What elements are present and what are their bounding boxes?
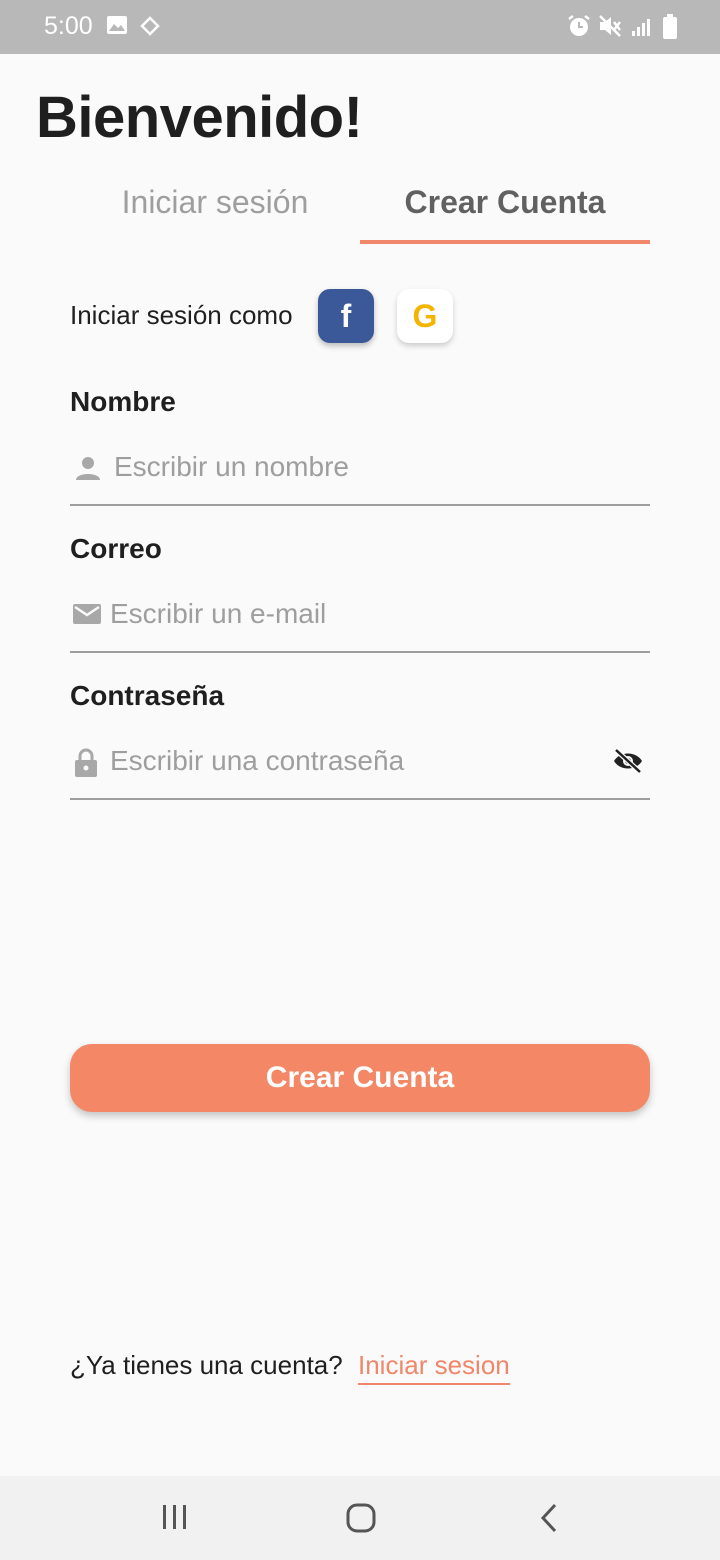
name-field-container [70, 436, 650, 506]
social-login-label: Iniciar sesión como [70, 300, 293, 330]
email-label: Correo [70, 533, 162, 564]
status-time: 5:00 [44, 12, 93, 40]
google-icon: G [412, 297, 438, 334]
status-bar: 5:00 [0, 0, 720, 54]
back-icon[interactable] [536, 1502, 562, 1539]
page-title: Bienvenido! [36, 85, 363, 150]
tab-login[interactable]: Iniciar sesión [70, 184, 360, 244]
person-icon [74, 454, 102, 487]
login-link[interactable]: Iniciar sesion [358, 1350, 510, 1385]
signal-icon [630, 14, 652, 43]
name-label: Nombre [70, 386, 176, 417]
facebook-login-button[interactable]: f [318, 289, 374, 343]
have-account-text: ¿Ya tienes una cuenta? [70, 1350, 343, 1380]
name-input[interactable] [114, 444, 594, 490]
email-field-container [70, 583, 650, 653]
navigation-bar [0, 1476, 720, 1560]
create-account-button[interactable]: Crear Cuenta [70, 1044, 650, 1112]
mute-icon [598, 14, 624, 43]
facebook-icon: f [340, 297, 352, 334]
password-label: Contraseña [70, 680, 225, 711]
home-icon[interactable] [345, 1502, 377, 1539]
password-field-container [70, 730, 650, 800]
image-icon [106, 14, 128, 41]
tab-create-account[interactable]: Crear Cuenta [360, 184, 650, 244]
mail-icon [72, 601, 102, 632]
navigation-icon [140, 16, 160, 41]
active-tab-indicator [360, 240, 650, 244]
password-input[interactable] [110, 738, 590, 784]
google-login-button[interactable]: G [397, 289, 453, 343]
alarm-icon [566, 14, 592, 43]
lock-icon [74, 748, 98, 783]
visibility-off-icon[interactable] [612, 748, 644, 779]
battery-icon [662, 14, 678, 45]
email-input[interactable] [110, 591, 590, 637]
recent-apps-icon[interactable] [160, 1502, 190, 1537]
create-account-screen: Bienvenido! Iniciar sesión Crear Cuenta … [0, 54, 720, 1476]
